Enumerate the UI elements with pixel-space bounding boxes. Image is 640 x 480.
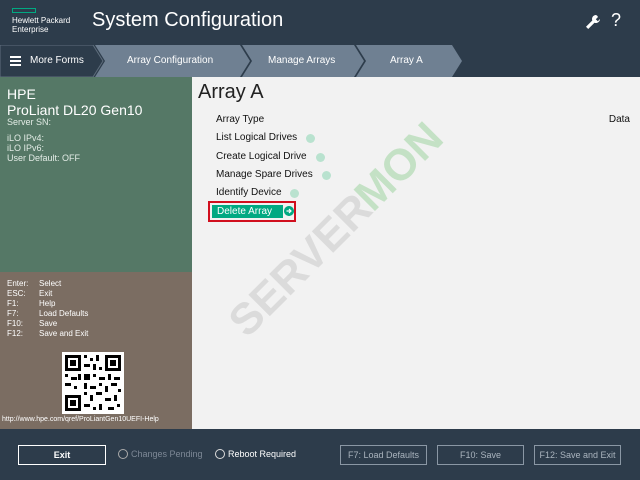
key-f10: F10: xyxy=(7,319,24,328)
help-icon[interactable]: ? xyxy=(611,10,621,31)
footer-bar: Exit Changes Pending Reboot Required F7:… xyxy=(0,429,640,480)
server-model: ProLiant DL20 Gen10 xyxy=(7,102,143,118)
server-serial: Server SN: xyxy=(7,117,52,127)
changes-pending-radio xyxy=(118,449,128,459)
top-header: Hewlett Packard Enterprise System Config… xyxy=(0,0,640,45)
reboot-required-radio xyxy=(215,449,225,459)
crumb-array-a[interactable]: Array A xyxy=(390,55,423,66)
f7-load-defaults-button[interactable]: F7: Load Defaults xyxy=(340,445,427,465)
main-panel: Array A Array Type Data List Logical Dri… xyxy=(192,77,640,429)
key-f1-action: Help xyxy=(39,299,56,308)
key-f12: F12: xyxy=(7,329,24,338)
reboot-required-label: Reboot Required xyxy=(228,449,297,459)
hpe-logo: Hewlett Packard Enterprise xyxy=(12,8,72,34)
app-title: System Configuration xyxy=(92,9,284,31)
user-default: User Default: OFF xyxy=(7,153,81,163)
key-f12-action: Save and Exit xyxy=(39,329,89,338)
f10-save-button[interactable]: F10: Save xyxy=(437,445,524,465)
server-info-panel: HPE ProLiant DL20 Gen10 Server SN: iLO I… xyxy=(0,77,192,272)
f12-save-exit-button[interactable]: F12: Save and Exit xyxy=(534,445,621,465)
changes-pending-label: Changes Pending xyxy=(131,449,203,459)
logo-line2: Enterprise xyxy=(12,25,49,34)
crumb-manage-arrays[interactable]: Manage Arrays xyxy=(268,55,335,66)
crumb-array-configuration[interactable]: Array Configuration xyxy=(127,55,213,66)
key-f10-action: Save xyxy=(39,319,58,328)
hpe-logo-mark xyxy=(12,8,36,13)
qr-code xyxy=(62,352,124,414)
menu-icon[interactable] xyxy=(10,56,21,68)
key-enter-action: Select xyxy=(39,279,62,288)
ilo-ipv6: iLO IPv6: xyxy=(7,143,45,153)
breadcrumb: More Forms Array Configuration Manage Ar… xyxy=(0,45,640,77)
exit-button[interactable]: Exit xyxy=(18,445,106,465)
key-enter: Enter: xyxy=(7,279,29,288)
key-legend-panel: Enter: Select ESC: Exit F1: Help F7: Loa… xyxy=(0,272,192,429)
key-f1: F1: xyxy=(7,299,19,308)
more-forms-button[interactable]: More Forms xyxy=(30,55,84,66)
key-f7: F7: xyxy=(7,309,19,318)
logo-line1: Hewlett Packard xyxy=(12,16,71,25)
key-esc-action: Exit xyxy=(39,289,53,298)
wrench-icon[interactable] xyxy=(584,13,602,31)
help-url[interactable]: http://www.hpe.com/qref/ProLiantGen10UEF… xyxy=(2,416,159,423)
ilo-ipv4: iLO IPv4: xyxy=(7,133,45,143)
server-vendor: HPE xyxy=(7,86,36,102)
key-f7-action: Load Defaults xyxy=(39,309,89,318)
watermark: SERVER MON xyxy=(219,113,452,346)
key-esc: ESC: xyxy=(7,289,26,298)
watermark-text-server: SERVER xyxy=(219,184,381,346)
